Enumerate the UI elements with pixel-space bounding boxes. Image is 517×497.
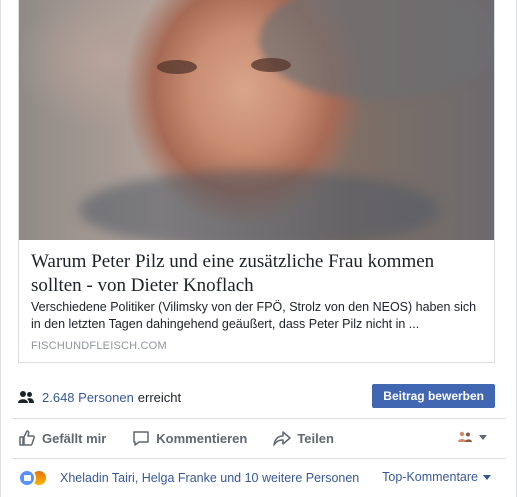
photo-jacket	[79, 170, 439, 240]
comment-sort-dropdown[interactable]: Top-Kommentare	[382, 470, 491, 484]
share-icon	[273, 431, 292, 446]
people-icon	[18, 391, 34, 403]
photo-hair	[259, 0, 494, 100]
comment-button[interactable]: Kommentieren	[132, 429, 247, 447]
divider-top	[13, 418, 506, 419]
reach-count-link[interactable]: 2.648 Personen	[42, 390, 134, 405]
audience-selector[interactable]	[457, 431, 487, 443]
friends-icon	[458, 431, 472, 442]
link-preview-description: Verschiedene Politiker (Vilimsky von der…	[31, 300, 477, 331]
reach-label: erreicht	[137, 389, 182, 405]
post-action-bar: Gefällt mir Kommentieren Teilen	[18, 425, 495, 451]
comment-icon	[133, 431, 150, 446]
boost-post-button[interactable]: Beitrag bewerben	[372, 384, 495, 408]
chevron-down-icon	[483, 474, 491, 480]
reactions-row: Xheladin Tairi, Helga Franke und 10 weit…	[18, 466, 495, 490]
comment-label: Kommentieren	[156, 430, 248, 446]
like-button[interactable]: Gefällt mir	[18, 429, 106, 447]
share-label: Teilen	[297, 430, 334, 446]
reaction-icons[interactable]	[18, 469, 54, 487]
like-label: Gefällt mir	[42, 430, 107, 446]
share-button[interactable]: Teilen	[273, 429, 334, 447]
link-preview-card[interactable]: Warum Peter Pilz und eine zusätzliche Fr…	[18, 0, 495, 363]
chevron-down-icon	[479, 434, 487, 440]
feed-post: Warum Peter Pilz und eine zusätzliche Fr…	[0, 0, 517, 497]
link-preview-domain: FISCHUNDFLEISCH.COM	[31, 340, 167, 352]
comment-sort-label: Top-Kommentare	[382, 470, 478, 484]
photo-eye-right	[251, 58, 291, 72]
post-reach-row: 2.648 Personen erreicht Beitrag bewerben	[18, 384, 495, 410]
reaction-names-link[interactable]: Xheladin Tairi, Helga Franke und 10 weit…	[60, 471, 359, 485]
thumbs-up-icon	[19, 430, 35, 446]
link-preview-image[interactable]	[19, 0, 494, 240]
link-preview-title[interactable]: Warum Peter Pilz und eine zusätzliche Fr…	[31, 250, 486, 298]
photo-eye-left	[157, 60, 197, 74]
divider-bottom	[13, 458, 506, 459]
like-reaction-icon	[18, 469, 36, 487]
